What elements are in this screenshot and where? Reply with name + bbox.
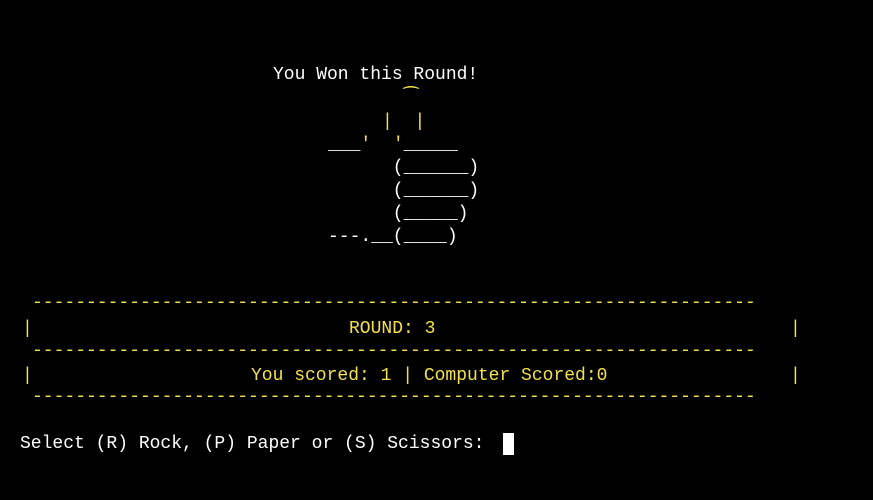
art-line-3: ___' '_____	[328, 135, 458, 155]
divider-top: ----------------------------------------…	[32, 293, 756, 313]
art-line-6: (_____)	[328, 204, 469, 224]
score-display: You scored: 1 | Computer Scored:0	[251, 366, 608, 386]
art-line-1	[328, 89, 393, 109]
art-line-1-top: ⁀	[392, 89, 419, 109]
border-left-score: |	[22, 366, 33, 386]
text-cursor[interactable]	[503, 433, 514, 455]
art-line-4: (______)	[328, 158, 480, 178]
art-line-2: | |	[382, 112, 426, 132]
border-right-round: |	[790, 319, 801, 339]
round-counter: ROUND: 3	[349, 319, 436, 339]
art-line-7: ---.__(____)	[328, 227, 458, 247]
thumbs-up-ascii-art: ⁀ | | ___' '_____ (______) (______) (___…	[328, 88, 479, 249]
divider-middle: ----------------------------------------…	[32, 341, 756, 361]
border-left-round: |	[22, 319, 33, 339]
border-right-score: |	[790, 366, 801, 386]
art-line-5: (______)	[328, 181, 480, 201]
terminal-window[interactable]: You Won this Round! ⁀ | | ___' '_____ (_…	[0, 0, 873, 500]
divider-bottom: ----------------------------------------…	[32, 387, 756, 407]
input-prompt: Select (R) Rock, (P) Paper or (S) Scisso…	[20, 434, 496, 454]
round-result-message: You Won this Round!	[273, 65, 479, 85]
